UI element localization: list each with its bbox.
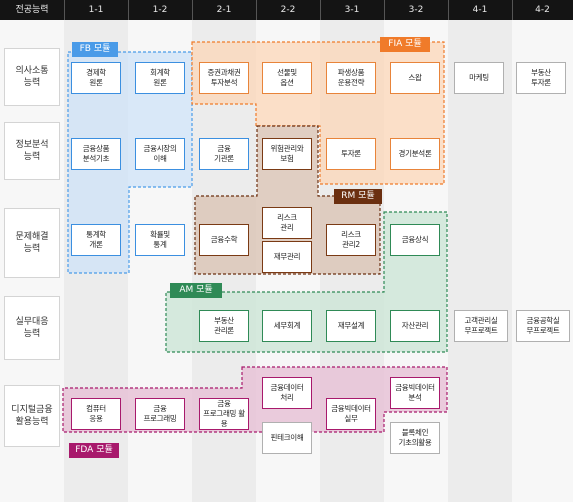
course-financial-programming[interactable]: 금융 프로그래밍 [135, 398, 185, 430]
course-financial-programming-applied[interactable]: 금융 프로그래밍 활용 [199, 398, 249, 430]
course-realestate-investment[interactable]: 부동산 투자론 [516, 62, 566, 94]
row-label-information-analysis: 정보분석 능력 [4, 122, 60, 180]
course-accounting-principles[interactable]: 회계학 원론 [135, 62, 185, 94]
course-financial-products[interactable]: 금융상품 분석기초 [71, 138, 121, 170]
row-label-digital-finance: 디지털금융 활용능력 [4, 385, 60, 447]
course-blockchain[interactable]: 블록체인 기초의활용 [390, 422, 440, 454]
course-financial-math[interactable]: 금융수학 [199, 224, 249, 256]
course-financial-management[interactable]: 재무관리 [262, 241, 312, 273]
course-financial-institutions[interactable]: 금융 기관론 [199, 138, 249, 170]
course-economics-principles[interactable]: 경제학 원론 [71, 62, 121, 94]
course-securities-bonds[interactable]: 증권과채권 투자분석 [199, 62, 249, 94]
course-financial-common-sense[interactable]: 금융상식 [390, 224, 440, 256]
am-module-tag: AM 모듈 [170, 283, 222, 298]
course-marketing[interactable]: 마케팅 [454, 62, 504, 94]
row-label-practical-response: 실무대응 능력 [4, 296, 60, 360]
course-financial-markets[interactable]: 금융시장의 이해 [135, 138, 185, 170]
fda-module-tag: FDA 모듈 [69, 443, 119, 458]
course-financial-data-processing[interactable]: 금융데이터 처리 [262, 377, 312, 409]
course-computer-applications[interactable]: 컴퓨터 응용 [71, 398, 121, 430]
course-futures-options[interactable]: 선물및 옵션 [262, 62, 312, 94]
course-investment[interactable]: 투자론 [326, 138, 376, 170]
row-label-communication: 의사소통 능력 [4, 48, 60, 106]
course-financial-design[interactable]: 재무설계 [326, 310, 376, 342]
course-derivatives-strategy[interactable]: 파생상품 운용전략 [326, 62, 376, 94]
course-risk-management-2[interactable]: 리스크 관리2 [326, 224, 376, 256]
course-bigdata-analysis[interactable]: 금융빅데이터 분석 [390, 377, 440, 409]
course-business-cycle[interactable]: 경기분석론 [390, 138, 440, 170]
course-risk-insurance[interactable]: 위험관리와 보험 [262, 138, 312, 170]
fb-module-tag: FB 모듈 [72, 42, 118, 57]
course-customer-project[interactable]: 고객관리실 무프로젝트 [454, 310, 508, 342]
course-swap[interactable]: 스왑 [390, 62, 440, 94]
course-financial-engineering-project[interactable]: 금융공학실 무프로젝트 [516, 310, 570, 342]
course-tax-accounting[interactable]: 세무회계 [262, 310, 312, 342]
fia-module-tag: FIA 모듈 [380, 37, 430, 52]
course-realestate-management[interactable]: 부동산 관리론 [199, 310, 249, 342]
course-risk-management[interactable]: 리스크 관리 [262, 207, 312, 239]
course-statistics-intro[interactable]: 통계학 개론 [71, 224, 121, 256]
course-bigdata-practice[interactable]: 금융빅데이터 실무 [326, 398, 376, 430]
rm-module-tag: RM 모듈 [334, 189, 382, 204]
course-fintech[interactable]: 핀테크이해 [262, 422, 312, 454]
course-asset-management[interactable]: 자산관리 [390, 310, 440, 342]
row-label-problem-solving: 문제해결 능력 [4, 208, 60, 278]
course-probability-statistics[interactable]: 확률및 통계 [135, 224, 185, 256]
